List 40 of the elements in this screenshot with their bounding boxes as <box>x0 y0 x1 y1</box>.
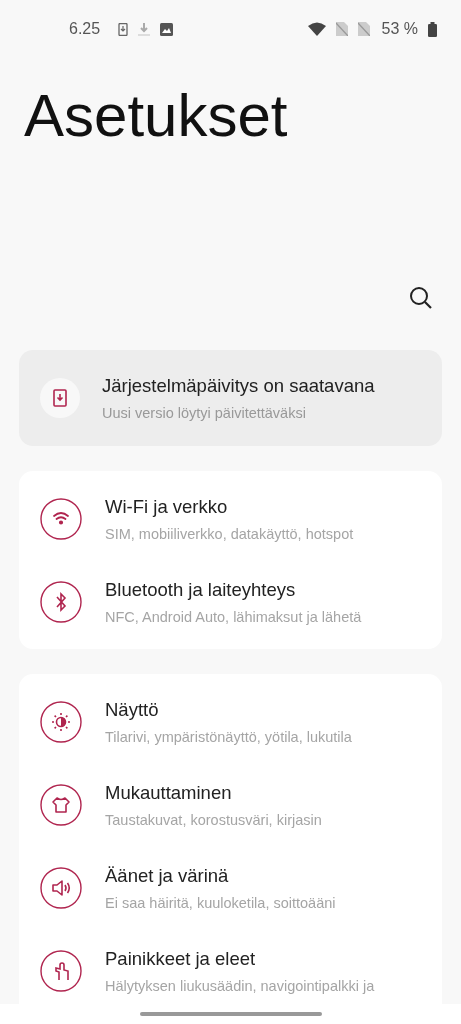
item-subtitle: SIM, mobiiliverkko, datakäyttö, hotspot <box>105 525 354 542</box>
item-title: Mukauttaminen <box>105 781 233 804</box>
item-subtitle: NFC, Android Auto, lähimaksut ja lähetä <box>105 608 362 625</box>
settings-item[interactable]: Näyttö Tilarivi, ympäristönäyttö, yötila, lukutila <box>19 680 442 763</box>
hand-icon <box>40 949 82 992</box>
item-title: Äänet ja värinä <box>105 864 230 887</box>
speaker-icon <box>40 866 82 909</box>
image-icon <box>160 22 174 36</box>
settings-item[interactable]: Äänet ja värinä Ei saa häiritä, kuuloketila, soittoääni <box>19 846 442 929</box>
battery-percent: 53 % <box>381 20 418 38</box>
page-title: Asetukset <box>24 81 289 151</box>
item-title: Bluetooth ja laiteyhteys <box>105 578 297 601</box>
no-sim-icon <box>357 22 370 36</box>
update-icon <box>40 378 80 418</box>
settings-item[interactable]: Mukauttaminen Taustakuvat, korostusväri, kirjasin <box>19 763 442 846</box>
wifi-icon <box>307 22 326 36</box>
update-title: Järjestelmäpäivitys on saatavana <box>102 375 375 397</box>
update-card[interactable]: Järjestelmäpäivitys on saatavana Uusi versio löytyi päivitettäväksi <box>19 350 442 446</box>
no-sim-icon <box>335 22 348 36</box>
search-icon[interactable] <box>409 286 433 310</box>
item-title: Painikkeet ja eleet <box>105 947 257 970</box>
item-subtitle: Ei saa häiritä, kuuloketila, soittoääni <box>105 894 336 911</box>
item-title: Wi-Fi ja verkko <box>105 495 229 518</box>
item-subtitle: Hälytyksen liukusäädin, navigointipalkki ja <box>105 977 375 994</box>
settings-item[interactable]: Bluetooth ja laiteyhteys NFC, Android Auto, lähimaksut ja lähetä <box>19 560 442 643</box>
bluetooth-icon <box>40 580 82 623</box>
item-subtitle: Taustakuvat, korostusväri, kirjasin <box>105 811 322 828</box>
settings-item[interactable]: Painikkeet ja eleet Hälytyksen liukusäädin, navigointipalkki ja <box>19 929 442 1004</box>
item-title: Näyttö <box>105 698 160 721</box>
settings-item[interactable]: Wi-Fi ja verkko SIM, mobiiliverkko, datakäyttö, hotspot <box>19 477 442 560</box>
battery-icon <box>428 21 437 37</box>
item-subtitle: Tilarivi, ympäristönäyttö, yötila, lukutila <box>105 728 352 745</box>
wifi-icon <box>40 497 82 540</box>
update-subtitle: Uusi versio löytyi päivitettäväksi <box>102 405 307 421</box>
shirt-icon <box>40 783 82 826</box>
status-time: 6.25 <box>69 20 101 38</box>
gesture-handle[interactable] <box>139 1012 322 1016</box>
download-icon <box>138 22 151 36</box>
phone-download-icon <box>118 22 129 36</box>
brightness-icon <box>40 700 82 743</box>
